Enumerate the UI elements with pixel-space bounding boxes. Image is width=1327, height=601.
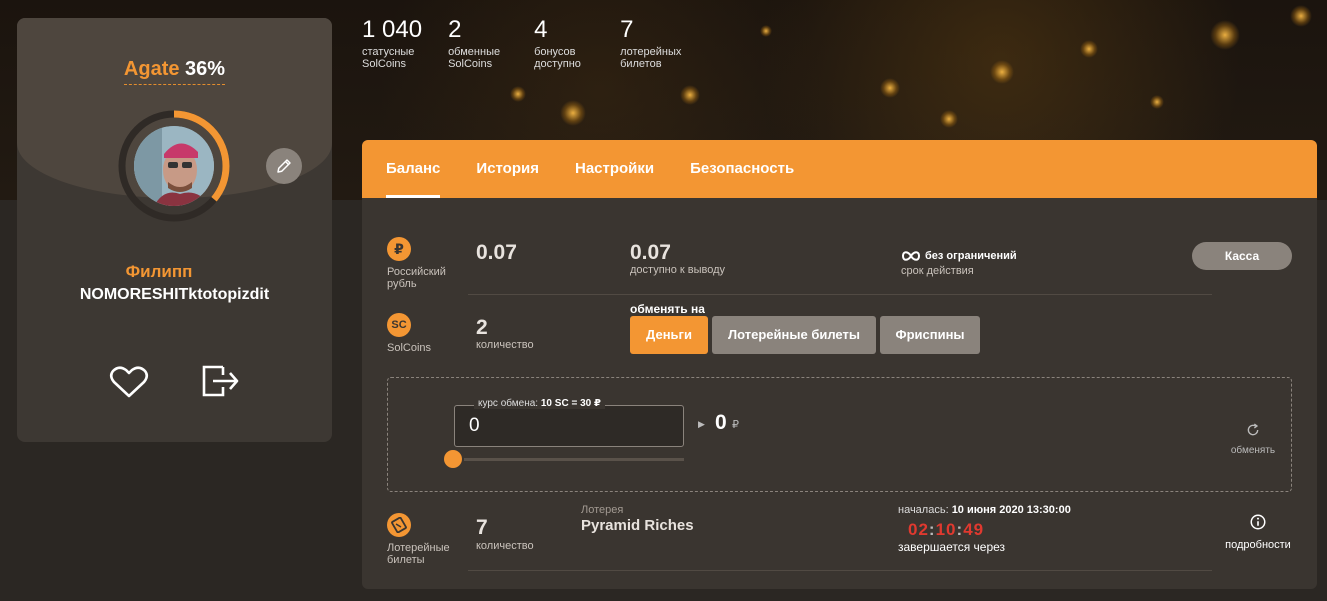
lottery-details-button[interactable]: подробности: [1220, 513, 1296, 551]
info-icon: [1250, 514, 1266, 530]
exchange-box: курс обмена: 10 SC = 30 ₽ ▶ 0 ₽ обменять: [387, 377, 1292, 492]
validity: без ограничений: [901, 250, 1017, 262]
lottery-tickets-name: Лотерейные билеты: [387, 542, 450, 566]
username: NOMORESHITktotopizdit: [79, 286, 270, 303]
pencil-icon: [277, 159, 291, 173]
exchange-slider-thumb[interactable]: [444, 450, 462, 468]
divider: [468, 570, 1212, 571]
lottery-title[interactable]: Pyramid Riches: [581, 517, 694, 534]
exchange-rate: курс обмена: 10 SC = 30 ₽: [474, 398, 605, 409]
exchange-rate-prefix: курс обмена:: [478, 398, 539, 409]
lottery-count-label: количество: [476, 540, 534, 552]
tab-balance[interactable]: Баланс: [386, 140, 441, 198]
exchange-freespins-button[interactable]: Фриспины: [880, 316, 980, 354]
stat-lottery-tickets: 7 лотерейных билетов: [620, 16, 682, 70]
sparkle: [510, 86, 526, 102]
timer-seconds: 49: [963, 520, 985, 539]
tab-history[interactable]: История: [476, 140, 539, 198]
exchange-rate-value: 10 SC = 30 ₽: [540, 398, 601, 409]
ruble-name: Российский рубль: [387, 266, 446, 290]
favorites-button[interactable]: [109, 365, 149, 404]
ticket-shape: [391, 517, 407, 533]
stat-label: лотерейных билетов: [620, 46, 682, 70]
exchange-amount-input[interactable]: [454, 405, 684, 447]
exchange-button[interactable]: обменять: [1225, 422, 1281, 456]
ruble-available-label: доступно к выводу: [630, 264, 726, 276]
solcoins-count-label: количество: [476, 339, 534, 351]
exchange-money-button[interactable]: Деньги: [630, 316, 708, 354]
exchange-button-label: обменять: [1230, 445, 1276, 456]
exchange-lottery-button[interactable]: Лотерейные билеты: [712, 316, 876, 354]
lottery-details-label: подробности: [1225, 539, 1291, 551]
edit-avatar-button[interactable]: [266, 148, 302, 184]
arrow-right-icon: ▶: [698, 419, 705, 429]
sparkle: [1080, 40, 1098, 58]
stat-label: статусные SolCoins: [362, 46, 415, 70]
exchange-to-label: обменять на: [630, 302, 705, 316]
lottery-timer: 02:10:49: [908, 520, 985, 539]
exchange-result-value: 0: [715, 411, 727, 434]
avatar[interactable]: [134, 126, 214, 206]
ruble-available: 0.07: [630, 241, 671, 264]
logout-button[interactable]: [201, 363, 241, 404]
solcoins-icon: SC: [387, 313, 411, 337]
lottery-started-label: началась:: [898, 504, 949, 516]
sparkle: [880, 78, 900, 98]
sparkle: [940, 110, 958, 128]
timer-minutes: 10: [935, 520, 957, 539]
exchange-result-currency: ₽: [732, 419, 739, 431]
stat-bonuses: 4 бонусов доступно: [534, 16, 594, 70]
lottery-started: началась: 10 июня 2020 13:30:00: [898, 504, 1071, 516]
sparkle: [990, 60, 1014, 84]
infinity-icon: [901, 251, 921, 261]
refresh-icon: [1247, 423, 1259, 436]
first-name: Филипп: [125, 262, 193, 281]
lottery-ends-label: завершается через: [898, 540, 1006, 554]
stat-label: обменные SolCoins: [448, 46, 501, 70]
validity-value: без ограничений: [925, 250, 1017, 262]
heart-icon: [109, 366, 149, 398]
stat-value: 7: [620, 16, 634, 43]
sparkle: [1150, 95, 1164, 109]
lottery-started-at: 10 июня 2020 13:30:00: [951, 504, 1071, 516]
sparkle: [680, 85, 700, 105]
solcoins-count: 2: [476, 316, 488, 339]
sparkle: [560, 100, 586, 126]
stat-status-solcoins: 1 040 статусные SolCoins: [362, 16, 422, 70]
ticket-icon: [387, 513, 411, 537]
divider: [468, 294, 1212, 295]
lottery-count: 7: [476, 516, 488, 539]
ruble-icon: ₽: [387, 237, 411, 261]
ruble-balance: 0.07: [476, 241, 517, 264]
stat-label: бонусов доступно: [534, 46, 581, 70]
avatar-image: [134, 126, 214, 206]
rank-name: Agate: [123, 58, 180, 80]
exchange-slider-track[interactable]: [464, 458, 684, 461]
avatar-wrap: [116, 108, 232, 224]
stat-value: 2: [448, 16, 462, 43]
rank[interactable]: Agate 36%: [17, 58, 332, 85]
sparkle: [1290, 5, 1312, 27]
stats-bar: 1 040 статусные SolCoins 2 обменные SolC…: [362, 16, 706, 70]
timer-hours: 02: [908, 520, 929, 539]
tabs: Баланс История Настройки Безопасность: [362, 140, 1317, 198]
validity-label: срок действия: [901, 265, 974, 277]
sparkle: [760, 25, 772, 37]
solcoins-name: SolCoins: [387, 342, 432, 354]
lottery-title-label: Лотерея: [581, 504, 624, 516]
profile-card: Agate 36% Филипп NOMORESHITktotopizdit: [17, 18, 332, 442]
tab-settings[interactable]: Настройки: [575, 140, 654, 198]
cashier-button[interactable]: Касса: [1192, 242, 1292, 270]
tab-security[interactable]: Безопасность: [690, 140, 794, 198]
stat-value: 4: [534, 16, 548, 43]
rank-percent: 36%: [185, 58, 226, 80]
stat-exchange-solcoins: 2 обменные SolCoins: [448, 16, 508, 70]
logout-icon: [202, 365, 239, 397]
balance-panel: Баланс История Настройки Безопасность ₽ …: [362, 140, 1317, 589]
stat-value: 1 040: [362, 16, 423, 43]
sparkle: [1210, 20, 1240, 50]
